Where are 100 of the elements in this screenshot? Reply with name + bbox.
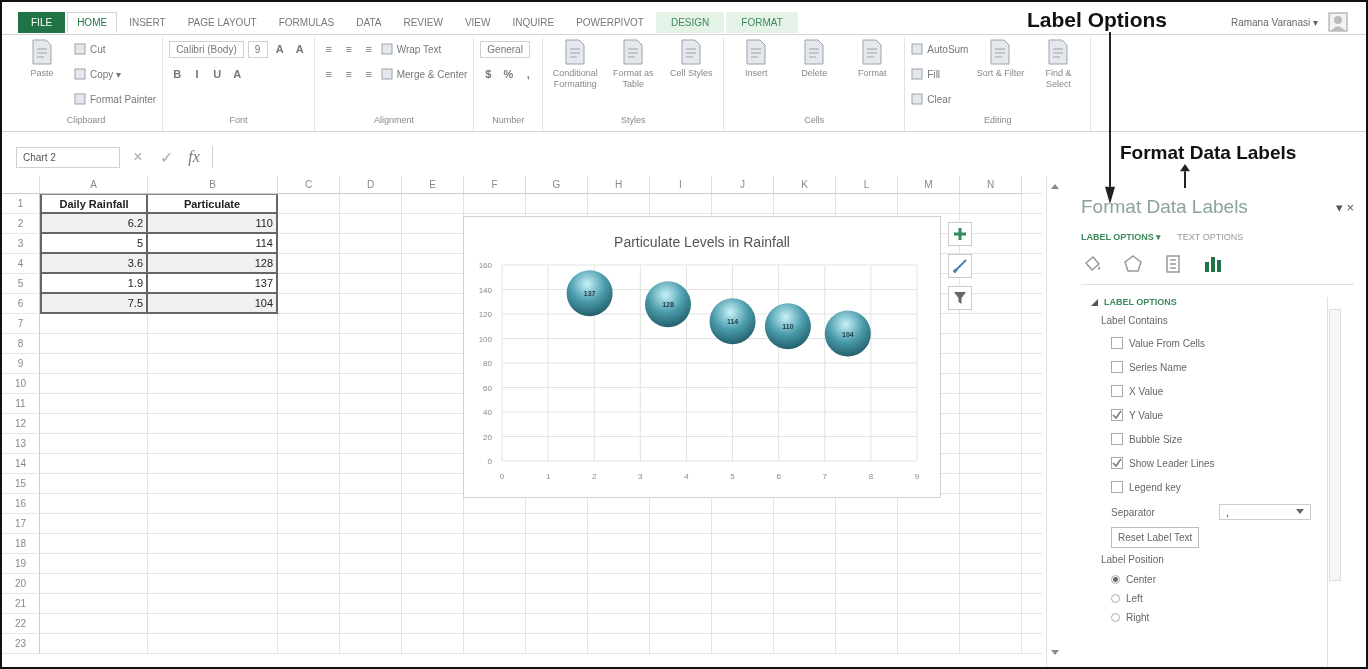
radio-button[interactable] [1111, 575, 1120, 584]
user-name[interactable]: Ramana Varanasi ▾ [1230, 16, 1318, 28]
enter-button[interactable]: ✓ [156, 147, 176, 167]
pane-tab[interactable]: LABEL OPTIONS ▾ [1081, 232, 1162, 242]
ribbon-tab[interactable]: DESIGN [655, 11, 725, 33]
checkbox-label[interactable]: Value From Cells [1129, 337, 1205, 349]
checkbox-label[interactable]: Legend key [1129, 481, 1181, 493]
checkbox[interactable] [1111, 337, 1123, 349]
checkbox[interactable] [1111, 409, 1123, 421]
ribbon-tab[interactable]: INQUIRE [502, 11, 565, 33]
ribbon-button[interactable]: Find & Select [1032, 39, 1085, 90]
column-header[interactable]: L [836, 176, 898, 194]
column-header[interactable]: F [464, 176, 526, 194]
text-style-button[interactable]: $ [480, 68, 497, 80]
ribbon-button[interactable]: Paste [16, 39, 68, 79]
chart-filters-button[interactable] [948, 286, 972, 310]
dropdown-field[interactable]: General [480, 40, 530, 58]
column-header[interactable]: G [526, 176, 588, 194]
ribbon-button[interactable]: Cut [74, 43, 106, 55]
ribbon-tab[interactable]: VIEW [454, 11, 501, 33]
bubble[interactable] [645, 281, 691, 328]
ribbon-tab[interactable]: HOME [67, 11, 118, 33]
text-style-button[interactable]: ≡ [360, 43, 377, 55]
ribbon-tab[interactable]: POWERPIVOT [566, 11, 654, 33]
checkbox[interactable] [1111, 481, 1123, 493]
ribbon-button[interactable]: Insert [730, 39, 783, 79]
chart-styles-button[interactable] [948, 254, 972, 278]
text-style-button[interactable]: ≡ [340, 43, 357, 55]
radio-label[interactable]: Center [1126, 574, 1156, 585]
checkbox-label[interactable]: X Value [1129, 385, 1164, 397]
bubble[interactable] [824, 310, 871, 357]
bubble[interactable] [709, 298, 756, 345]
column-header[interactable]: A [40, 176, 148, 194]
ribbon-tab[interactable]: FORMULAS [268, 11, 345, 33]
ribbon-button[interactable]: Sort & Filter [974, 39, 1027, 79]
column-header[interactable]: B [148, 176, 278, 194]
column-header[interactable]: K [774, 176, 836, 194]
column-header[interactable]: M [898, 176, 960, 194]
separator-dropdown[interactable]: , [1219, 504, 1311, 520]
checkbox[interactable] [1111, 433, 1123, 445]
ribbon-button[interactable]: Conditional Formatting [549, 39, 602, 90]
ribbon-button[interactable]: AutoSum [911, 43, 969, 55]
name-box[interactable]: Chart 2 [16, 146, 120, 168]
text-style-button[interactable]: ≡ [320, 68, 337, 80]
dropdown-field[interactable]: Calibri (Body) [169, 40, 244, 58]
ribbon-button[interactable]: Clear [911, 93, 952, 105]
checkbox-label[interactable]: Y Value [1129, 409, 1164, 421]
ribbon-tab[interactable]: INSERT [119, 11, 176, 33]
text-style-button[interactable]: % [500, 68, 517, 80]
checkbox[interactable] [1111, 385, 1123, 397]
ribbon-tab[interactable]: REVIEW [393, 11, 453, 33]
ribbon-tab[interactable]: FORMAT [726, 11, 798, 33]
bubble[interactable] [764, 303, 811, 350]
column-header[interactable]: J [712, 176, 774, 194]
chart-elements-button[interactable] [948, 222, 972, 246]
ribbon-button[interactable]: Format as Table [607, 39, 660, 90]
ribbon-button[interactable]: Merge & Center [380, 68, 468, 80]
reset-label-text-button[interactable]: Reset Label Text [1111, 527, 1200, 548]
ribbon-tab[interactable]: DATA [346, 11, 392, 33]
column-header[interactable]: D [340, 176, 402, 194]
ribbon-tab[interactable]: FILE [18, 11, 66, 33]
column-header[interactable]: I [650, 176, 712, 194]
checkbox-label[interactable]: Series Name [1129, 361, 1187, 373]
insert-function-button[interactable]: fx [184, 148, 204, 166]
pane-controls[interactable]: ▾ × [1335, 199, 1354, 215]
section-header[interactable]: LABEL OPTIONS [1091, 293, 1177, 311]
radio-label[interactable]: Left [1126, 593, 1143, 604]
text-style-button[interactable]: I [189, 68, 206, 80]
radio-label[interactable]: Right [1126, 612, 1150, 623]
text-style-button[interactable]: A [291, 43, 308, 55]
text-style-button[interactable]: ≡ [340, 68, 357, 80]
text-style-button[interactable]: B [169, 68, 186, 80]
column-header[interactable]: H [588, 176, 650, 194]
ribbon-button[interactable]: Delete [788, 39, 841, 79]
scroll-down-icon[interactable] [1050, 649, 1060, 657]
column-header[interactable]: N [960, 176, 1022, 194]
checkbox-label[interactable]: Show Leader Lines [1129, 457, 1215, 469]
ribbon-button[interactable]: Format [846, 39, 899, 79]
ribbon-button[interactable]: Copy ▾ [74, 68, 122, 80]
dropdown-field[interactable]: 9 [247, 40, 268, 58]
checkbox[interactable] [1111, 361, 1123, 373]
text-style-button[interactable]: ≡ [320, 43, 337, 55]
ribbon-button[interactable]: Cell Styles [665, 39, 718, 79]
checkbox-label[interactable]: Bubble Size [1129, 433, 1183, 445]
text-style-button[interactable]: A [229, 68, 246, 80]
bubble[interactable] [566, 270, 613, 317]
ribbon-button[interactable]: Wrap Text [380, 43, 442, 55]
column-header[interactable]: C [278, 176, 340, 194]
text-style-button[interactable]: U [209, 68, 226, 80]
cancel-button[interactable]: × [128, 148, 148, 166]
scrollbar-thumb[interactable] [1329, 309, 1341, 581]
scroll-up-icon[interactable] [1050, 182, 1060, 190]
text-style-button[interactable]: ≡ [360, 68, 377, 80]
column-header[interactable]: E [402, 176, 464, 194]
text-style-button[interactable]: A [271, 43, 288, 55]
checkbox[interactable] [1111, 457, 1123, 469]
pane-tab[interactable]: TEXT OPTIONS [1177, 232, 1244, 242]
ribbon-button[interactable]: Format Painter [74, 93, 157, 105]
ribbon-tab[interactable]: PAGE LAYOUT [177, 11, 267, 33]
ribbon-button[interactable]: Fill [911, 68, 941, 80]
